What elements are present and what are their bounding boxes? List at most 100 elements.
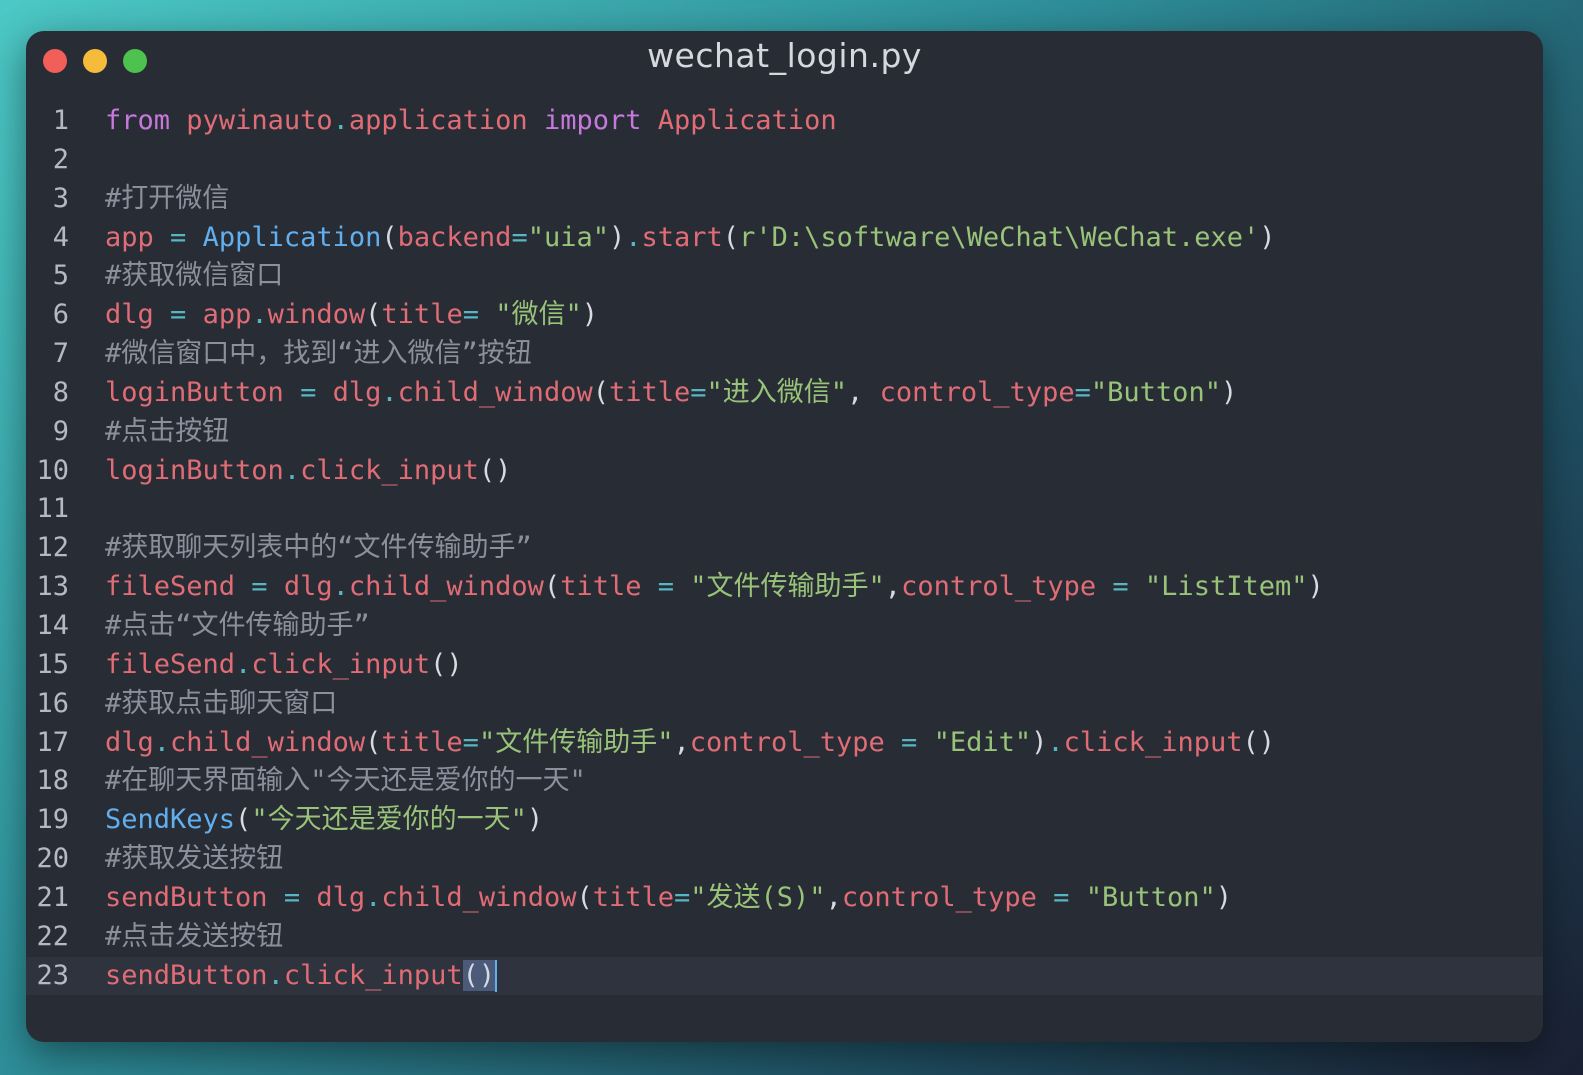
code-token: child_window [381,881,577,913]
code-line[interactable]: 2 [26,141,1543,180]
code-token: , [884,571,902,603]
code-editor[interactable]: 1 from pywinauto.application import Appli… [26,102,1543,996]
code-token: ) [1259,221,1276,253]
code-line[interactable]: 20 #获取发送按钮 [26,840,1543,879]
code-line[interactable]: 9 #点击按钮 [26,413,1543,452]
code-token: click_input [300,454,479,486]
line-code: sendButton = dlg.child_window(title="发送(… [105,879,1232,918]
code-window: wechat_login.py 1 from pywinauto.applicat… [26,31,1543,1042]
code-token: . [251,299,268,331]
code-token: . [332,571,349,603]
code-token: = [690,376,707,408]
line-code: SendKeys("今天还是爱你的一天") [105,801,543,840]
code-line[interactable]: 15 fileSend.click_input() [26,646,1543,685]
code-token: title [608,376,691,408]
code-token: ( [722,221,740,253]
code-token: ) [1215,881,1232,913]
code-comment: #获取微信窗口 [105,260,284,292]
code-line[interactable]: 22 #点击发送按钮 [26,918,1543,957]
code-token: SendKeys [105,804,236,836]
window-title: wechat_login.py [647,36,922,75]
line-number: 20 [36,843,69,875]
code-token: control_type [841,881,1037,913]
code-token: Application [202,221,382,253]
code-line[interactable]: 23 sendButton.click_input() [26,956,1543,996]
code-comment: #获取点击聊天窗口 [105,687,338,719]
line-number: 1 [52,105,69,136]
code-line[interactable]: 5 #获取微信窗口 [26,257,1543,296]
code-token: . [381,376,398,408]
code-line[interactable]: 17 dlg.child_window(title="文件传输助手",contro… [26,724,1543,763]
line-code: loginButton = dlg.child_window(title="进入… [105,374,1237,413]
code-token: = [153,221,203,253]
code-token: ( [365,299,382,331]
code-line[interactable]: 4 app = Application(backend="uia").start(… [26,219,1543,258]
code-comment: #获取发送按钮 [105,843,284,875]
code-token: click_input [283,959,463,991]
code-line[interactable]: 14 #点击“文件传输助手” [26,607,1543,646]
code-token: = [1096,571,1145,603]
code-token: "文件传输助手" [478,726,674,758]
code-line[interactable]: 1 from pywinauto.application import Appli… [26,102,1543,141]
code-token: ( [365,726,382,758]
line-number: 16 [36,687,69,719]
code-token: ) [1220,376,1238,408]
line-number: 22 [36,920,69,952]
code-token: . [283,454,301,486]
code-line[interactable]: 7 #微信窗口中，找到“进入微信”按钮 [26,335,1543,374]
code-token: dlg [316,881,366,913]
code-token: "uia" [527,221,609,253]
code-token: = [153,299,203,331]
code-token: ( [576,881,593,913]
code-token: ( [381,221,398,253]
code-token: ( [235,804,252,836]
code-line[interactable]: 19 SendKeys("今天还是爱你的一天") [26,801,1543,840]
line-code: #打开微信 [105,180,229,219]
code-token: dlg [105,726,154,758]
code-line[interactable]: 6 dlg = app.window(title= "微信") [26,296,1543,335]
code-token: . [235,648,252,680]
line-number: 7 [52,338,69,370]
line-code: #获取聊天列表中的“文件传输助手” [105,529,532,568]
code-line[interactable]: 16 #获取点击聊天窗口 [26,685,1543,724]
code-token: ) [526,804,544,836]
code-token: fileSend [105,648,236,680]
code-line[interactable]: 21 sendButton = dlg.child_window(title="发… [26,879,1543,918]
line-number: 12 [36,532,69,564]
code-token: import [543,105,642,136]
code-token: "Button" [1090,376,1221,408]
line-code: #点击“文件传输助手” [105,607,370,646]
code-token: title [560,571,642,603]
code-token: r'D:\software\WeChat\WeChat.exe' [739,221,1260,253]
code-token: ) [1031,726,1048,758]
code-line[interactable]: 8 loginButton = dlg.child_window(title="进… [26,374,1543,413]
text-cursor [495,960,498,993]
code-token: = [641,571,691,603]
code-token: = [462,299,496,331]
code-token: . [267,959,284,991]
code-line[interactable]: 13 fileSend = dlg.child_window(title = "文… [26,568,1543,607]
line-code: #点击按钮 [105,413,229,452]
line-code: #获取微信窗口 [105,257,283,296]
line-number: 11 [36,493,69,525]
code-line[interactable]: 11 [26,490,1543,529]
code-comment: #点击按钮 [105,415,230,447]
code-line[interactable]: 3 #打开微信 [26,180,1543,219]
code-token: application [348,105,528,136]
code-token: title [592,881,675,913]
code-token: loginButton [105,454,284,486]
code-token: pywinauto [186,105,333,136]
line-number: 3 [52,182,69,214]
code-token: sendButton [105,881,268,913]
code-token: , [847,376,880,408]
code-line[interactable]: 12 #获取聊天列表中的“文件传输助手” [26,529,1543,568]
code-line[interactable]: 10 loginButton.click_input() [26,452,1543,491]
code-token: Application [657,105,837,136]
code-comment: #打开微信 [105,182,230,214]
line-number: 13 [36,571,69,603]
code-token: () [478,454,512,486]
code-comment: #在聊天界面输入"今天还是爱你的一天" [105,765,586,797]
code-line[interactable]: 18 #在聊天界面输入"今天还是爱你的一天" [26,762,1543,801]
